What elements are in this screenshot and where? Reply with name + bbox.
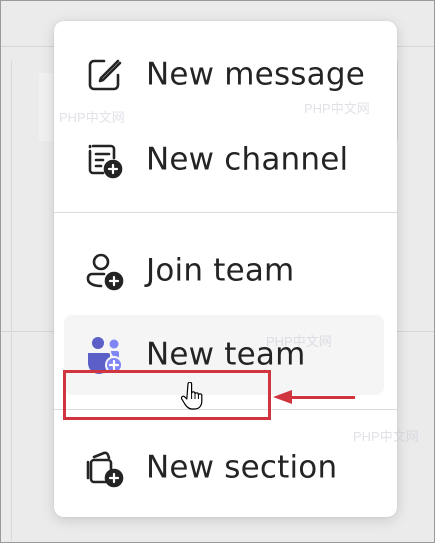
menu-item-label: Join team <box>146 252 295 289</box>
person-add-icon <box>84 251 124 291</box>
section-add-icon <box>84 448 124 488</box>
menu-item-new-message[interactable]: New message <box>64 35 384 115</box>
menu-item-join-team[interactable]: Join team <box>64 231 384 311</box>
menu-item-new-section[interactable]: New section <box>64 428 384 508</box>
menu-item-label: New section <box>146 449 338 486</box>
background-divider <box>397 61 398 141</box>
menu-item-label: New channel <box>146 141 349 178</box>
menu-divider <box>54 212 397 213</box>
screenshot-frame: New message New channel Join team New te… <box>0 0 435 543</box>
compose-icon <box>84 55 124 95</box>
background-divider <box>11 61 12 541</box>
menu-item-new-channel[interactable]: New channel <box>64 120 384 200</box>
people-team-add-icon <box>84 335 124 375</box>
new-item-menu: New message New channel Join team New te… <box>54 21 397 517</box>
hand-pointer-cursor-icon <box>180 381 203 410</box>
background-tab <box>39 73 53 141</box>
menu-item-label: New team <box>146 336 306 373</box>
annotation-highlight-box <box>63 370 271 420</box>
annotation-arrow-line <box>291 396 355 399</box>
annotation-arrow-head <box>273 390 292 404</box>
channel-add-icon <box>84 140 124 180</box>
menu-item-label: New message <box>146 56 365 93</box>
